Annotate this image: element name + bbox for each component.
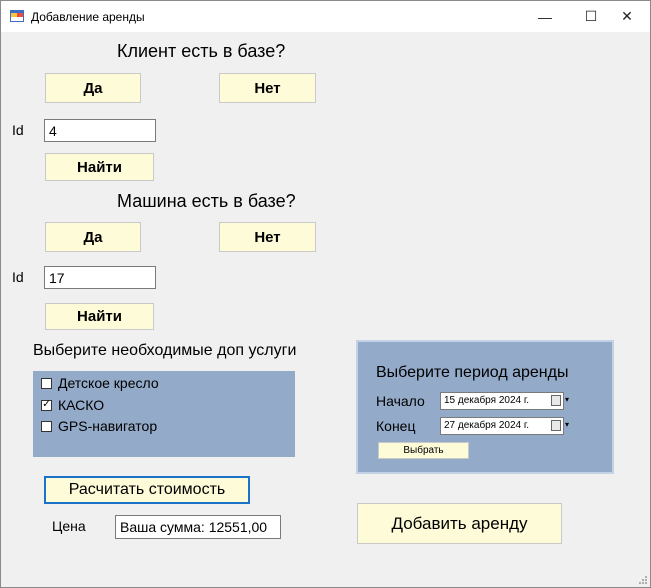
services-heading: Выберите необходимые доп услуги (33, 342, 297, 359)
chevron-down-icon[interactable]: ▾ (565, 395, 569, 404)
close-button[interactable]: ✕ (604, 1, 650, 32)
minimize-button[interactable]: — (522, 1, 568, 32)
client-id-input[interactable]: 4 (44, 119, 156, 142)
car-question: Машина есть в базе? (117, 191, 296, 211)
checkbox-icon[interactable] (41, 377, 52, 389)
client-id-label: Id (12, 122, 24, 138)
calendar-icon[interactable] (551, 395, 561, 406)
car-find-button[interactable]: Найти (45, 303, 154, 330)
title-bar[interactable]: Добавление аренды — ☐ ✕ (1, 1, 650, 32)
add-rental-button[interactable]: Добавить аренду (357, 503, 562, 544)
rental-window: Добавление аренды — ☐ ✕ Клиент есть в ба… (0, 0, 651, 588)
period-panel: Выберите период аренды Начало 15 декабря… (356, 340, 614, 474)
price-label: Цена (52, 518, 86, 534)
service-item-label: КАСКО (58, 397, 105, 413)
end-date-picker[interactable]: 27 декабря 2024 г. (440, 417, 564, 435)
checkbox-icon[interactable] (41, 420, 52, 432)
resize-grip-icon[interactable] (638, 575, 648, 585)
start-label: Начало (376, 393, 425, 409)
service-item-child-seat[interactable]: Детское кресло (41, 375, 159, 391)
app-icon (10, 10, 24, 22)
checkbox-checked-icon[interactable]: ✓ (41, 399, 52, 411)
start-date-value: 15 декабря 2024 г. (444, 395, 530, 406)
service-item-kasko[interactable]: ✓ КАСКО (41, 397, 104, 413)
chevron-down-icon[interactable]: ▾ (565, 420, 569, 429)
client-question: Клиент есть в базе? (117, 41, 286, 61)
calculate-cost-button[interactable]: Расчитать стоимость (44, 476, 250, 504)
client-find-button[interactable]: Найти (45, 153, 154, 181)
car-id-input[interactable]: 17 (44, 266, 156, 289)
select-period-button[interactable]: Выбрать (378, 442, 469, 459)
price-field[interactable]: Ваша сумма: 12551,00 (115, 515, 281, 539)
car-no-button[interactable]: Нет (219, 222, 316, 252)
period-heading: Выберите период аренды (376, 364, 569, 381)
services-checklist: Детское кресло ✓ КАСКО GPS-навигатор (33, 371, 295, 457)
car-yes-button[interactable]: Да (45, 222, 141, 252)
calendar-icon[interactable] (551, 420, 561, 431)
start-date-picker[interactable]: 15 декабря 2024 г. (440, 392, 564, 410)
client-yes-button[interactable]: Да (45, 73, 141, 103)
service-item-label: GPS-навигатор (58, 418, 158, 434)
car-id-label: Id (12, 269, 24, 285)
service-item-gps[interactable]: GPS-навигатор (41, 418, 157, 434)
service-item-label: Детское кресло (58, 375, 159, 391)
client-no-button[interactable]: Нет (219, 73, 316, 103)
end-label: Конец (376, 418, 416, 434)
window-title: Добавление аренды (31, 10, 145, 24)
end-date-value: 27 декабря 2024 г. (444, 420, 530, 431)
